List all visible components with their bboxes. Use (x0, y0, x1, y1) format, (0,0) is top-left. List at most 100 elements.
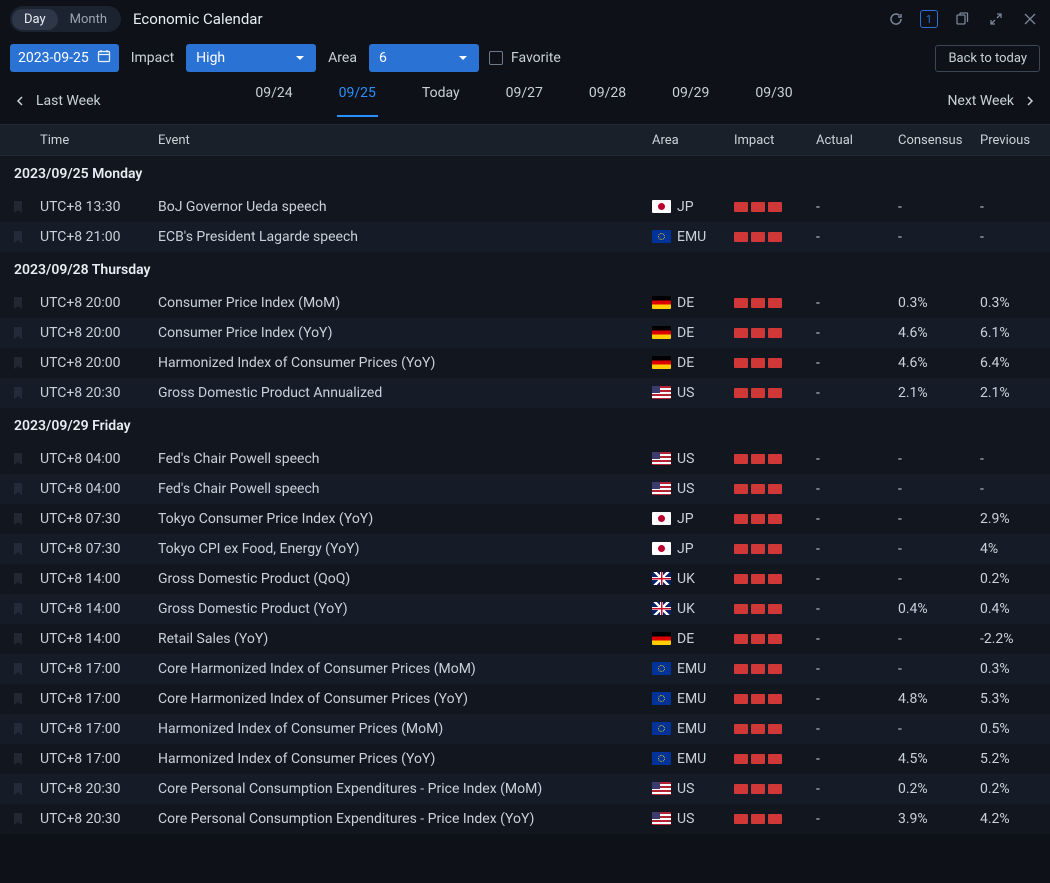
cell-previous: 2.9% (980, 511, 1050, 527)
bookmark-icon[interactable] (0, 386, 36, 400)
table-row[interactable]: UTC+8 14:00Retail Sales (YoY)DE---2.2% (0, 624, 1050, 654)
cell-area: EMU (652, 661, 734, 677)
impact-value: High (196, 50, 225, 66)
cell-consensus: - (898, 451, 980, 467)
cell-previous: -2.2% (980, 631, 1050, 647)
area-select[interactable]: 6 (369, 44, 479, 72)
cell-previous: - (980, 229, 1050, 245)
flag-icon (652, 632, 671, 645)
bookmark-icon[interactable] (0, 542, 36, 556)
bookmark-icon[interactable] (0, 692, 36, 706)
checkbox-box (489, 51, 503, 65)
table-row[interactable]: UTC+8 07:30Tokyo Consumer Price Index (Y… (0, 504, 1050, 534)
next-week-label: Next Week (947, 93, 1014, 109)
col-area: Area (652, 133, 734, 148)
cell-area: EMU (652, 691, 734, 707)
cell-event: Fed's Chair Powell speech (158, 481, 652, 497)
expand-icon[interactable] (986, 9, 1006, 29)
cell-event: Gross Domestic Product (YoY) (158, 601, 652, 617)
table-row[interactable]: UTC+8 14:00Gross Domestic Product (QoQ)U… (0, 564, 1050, 594)
bookmark-icon[interactable] (0, 782, 36, 796)
bookmark-icon[interactable] (0, 602, 36, 616)
bookmark-icon[interactable] (0, 812, 36, 826)
table-row[interactable]: UTC+8 20:00Harmonized Index of Consumer … (0, 348, 1050, 378)
cell-time: UTC+8 13:30 (36, 199, 158, 215)
day-tab[interactable]: 09/25 (337, 85, 378, 117)
favorite-checkbox[interactable]: Favorite (489, 50, 561, 66)
cell-area: UK (652, 601, 734, 617)
table-row[interactable]: UTC+8 20:00Consumer Price Index (YoY)DE-… (0, 318, 1050, 348)
cell-time: UTC+8 20:00 (36, 295, 158, 311)
cell-time: UTC+8 17:00 (36, 691, 158, 707)
view-month[interactable]: Month (58, 9, 119, 30)
cell-actual: - (816, 631, 898, 647)
table-row[interactable]: UTC+8 13:30BoJ Governor Ueda speechJP--- (0, 192, 1050, 222)
table-row[interactable]: UTC+8 07:30Tokyo CPI ex Food, Energy (Yo… (0, 534, 1050, 564)
refresh-icon[interactable] (886, 9, 906, 29)
day-tab[interactable]: 09/29 (670, 85, 711, 117)
layout-badge[interactable]: 1 (920, 10, 938, 28)
flag-icon (652, 572, 671, 585)
cell-event: BoJ Governor Ueda speech (158, 199, 652, 215)
cell-time: UTC+8 07:30 (36, 511, 158, 527)
bookmark-icon[interactable] (0, 512, 36, 526)
day-tab[interactable]: 09/27 (504, 85, 545, 117)
cell-time: UTC+8 14:00 (36, 601, 158, 617)
view-day[interactable]: Day (12, 9, 58, 30)
area-label: Area (326, 50, 359, 66)
cell-time: UTC+8 20:30 (36, 811, 158, 827)
cell-impact (734, 574, 816, 584)
cell-impact (734, 604, 816, 614)
day-tab[interactable]: 09/30 (753, 85, 794, 117)
date-picker[interactable]: 2023-09-25 (10, 44, 119, 72)
bookmark-icon[interactable] (0, 632, 36, 646)
next-week-button[interactable]: Next Week (947, 93, 1036, 109)
col-consensus: Consensus (898, 133, 980, 148)
table-row[interactable]: UTC+8 14:00Gross Domestic Product (YoY)U… (0, 594, 1050, 624)
bookmark-icon[interactable] (0, 452, 36, 466)
cell-previous: - (980, 481, 1050, 497)
bookmark-icon[interactable] (0, 752, 36, 766)
cell-actual: - (816, 325, 898, 341)
table-row[interactable]: UTC+8 20:00Consumer Price Index (MoM)DE-… (0, 288, 1050, 318)
cell-event: Consumer Price Index (YoY) (158, 325, 652, 341)
bookmark-icon[interactable] (0, 230, 36, 244)
close-icon[interactable] (1020, 9, 1040, 29)
table-row[interactable]: UTC+8 17:00Core Harmonized Index of Cons… (0, 654, 1050, 684)
cell-previous: 4.2% (980, 811, 1050, 827)
flag-icon (652, 752, 671, 765)
table-row[interactable]: UTC+8 04:00Fed's Chair Powell speechUS--… (0, 444, 1050, 474)
cell-previous: 0.3% (980, 661, 1050, 677)
table-row[interactable]: UTC+8 20:30Core Personal Consumption Exp… (0, 804, 1050, 834)
cell-consensus: - (898, 571, 980, 587)
cell-previous: 0.2% (980, 781, 1050, 797)
bookmark-icon[interactable] (0, 200, 36, 214)
cell-actual: - (816, 229, 898, 245)
cell-actual: - (816, 661, 898, 677)
bookmark-icon[interactable] (0, 326, 36, 340)
table-row[interactable]: UTC+8 20:30Gross Domestic Product Annual… (0, 378, 1050, 408)
day-tab[interactable]: 09/24 (253, 85, 294, 117)
impact-select[interactable]: High (186, 44, 316, 72)
table-row[interactable]: UTC+8 17:00Core Harmonized Index of Cons… (0, 684, 1050, 714)
bookmark-icon[interactable] (0, 296, 36, 310)
duplicate-icon[interactable] (952, 9, 972, 29)
back-to-today-button[interactable]: Back to today (935, 45, 1040, 72)
day-tab[interactable]: Today (420, 85, 462, 117)
cell-time: UTC+8 20:30 (36, 781, 158, 797)
table-row[interactable]: UTC+8 20:30Core Personal Consumption Exp… (0, 774, 1050, 804)
last-week-button[interactable]: Last Week (14, 93, 101, 109)
bookmark-icon[interactable] (0, 356, 36, 370)
bookmark-icon[interactable] (0, 572, 36, 586)
table-row[interactable]: UTC+8 17:00Harmonized Index of Consumer … (0, 714, 1050, 744)
table-row[interactable]: UTC+8 17:00Harmonized Index of Consumer … (0, 744, 1050, 774)
cell-impact (734, 358, 816, 368)
bookmark-icon[interactable] (0, 482, 36, 496)
flag-icon (652, 356, 671, 369)
bookmark-icon[interactable] (0, 662, 36, 676)
day-tab[interactable]: 09/28 (587, 85, 628, 117)
bookmark-icon[interactable] (0, 722, 36, 736)
table-row[interactable]: UTC+8 04:00Fed's Chair Powell speechUS--… (0, 474, 1050, 504)
col-impact: Impact (734, 133, 816, 148)
table-row[interactable]: UTC+8 21:00ECB's President Lagarde speec… (0, 222, 1050, 252)
